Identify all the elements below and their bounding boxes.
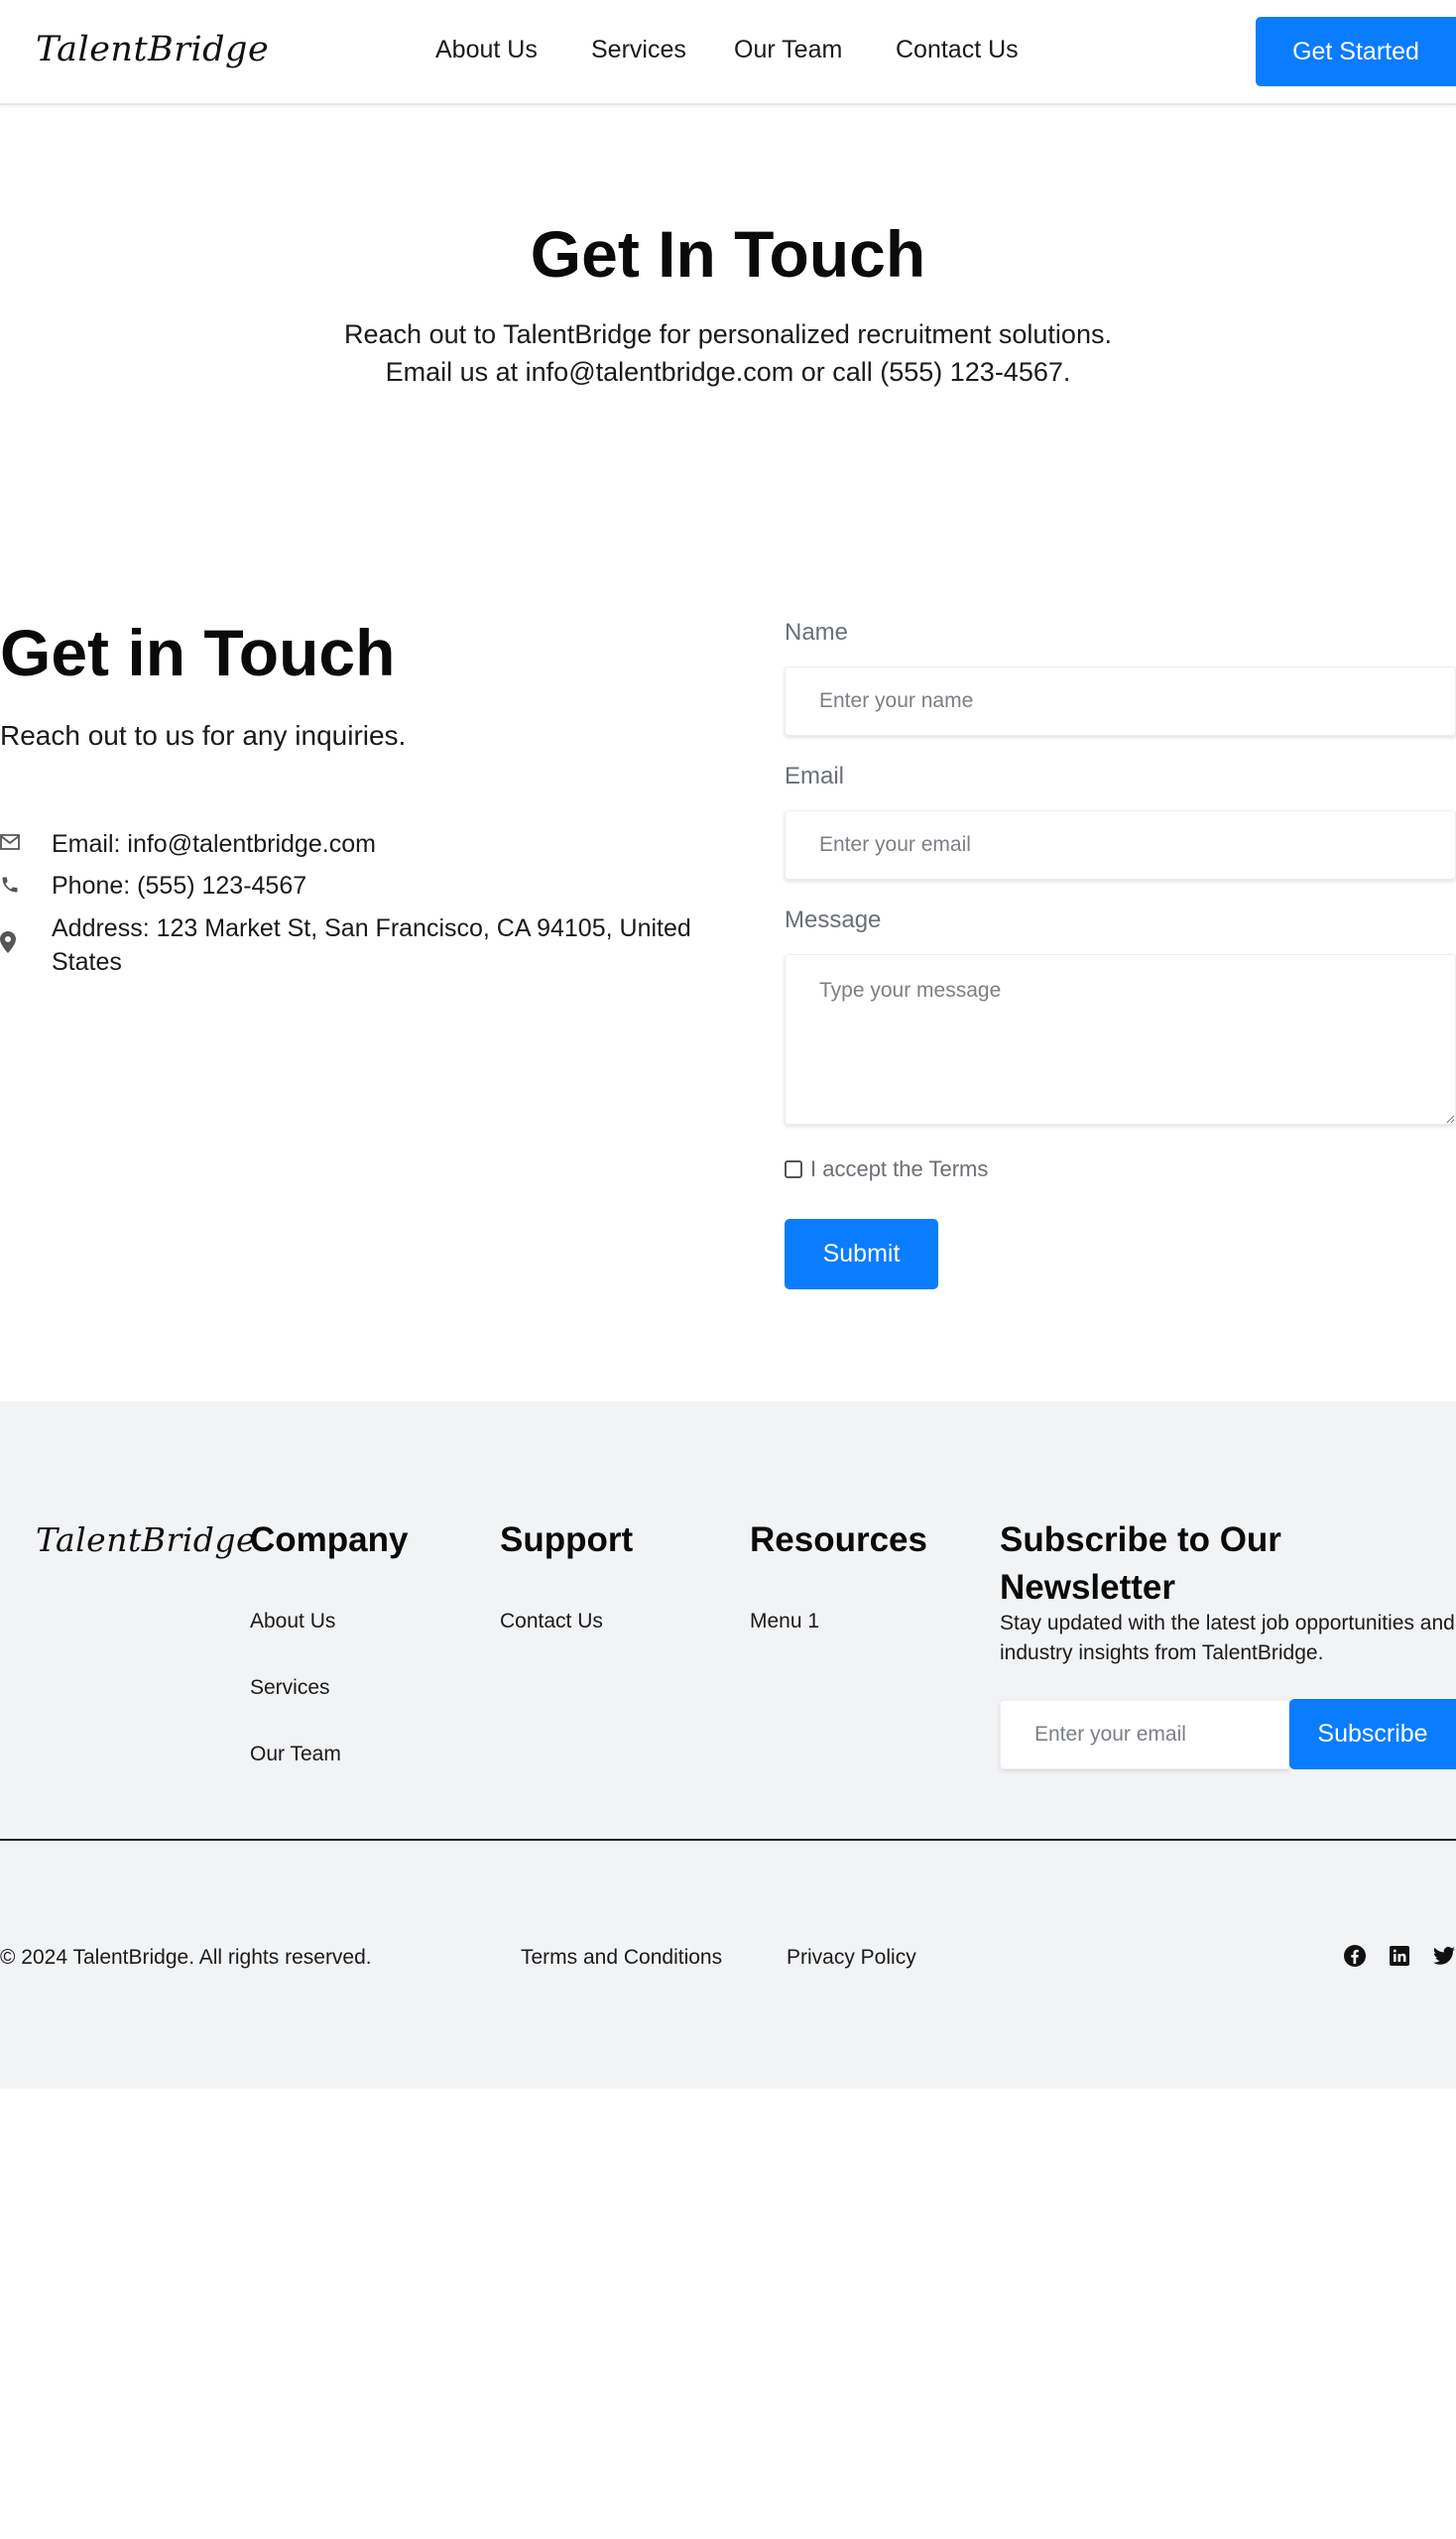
get-started-button[interactable]: Get Started xyxy=(1256,17,1456,86)
footer-resources-heading: Resources xyxy=(750,1520,927,1559)
contact-address: Address: 123 Market St, San Francisco, C… xyxy=(52,914,691,976)
map-pin-icon xyxy=(0,911,52,953)
footer-link-about-us[interactable]: About Us xyxy=(250,1610,335,1633)
footer-divider xyxy=(0,1839,1456,1841)
main-nav: About Us Services Our Team Contact Us xyxy=(0,36,1456,69)
contact-address-row: Address: 123 Market St, San Francisco, C… xyxy=(0,911,726,979)
contact-email-row: Email: info@talentbridge.com xyxy=(0,827,726,861)
footer-link-our-team[interactable]: Our Team xyxy=(250,1743,341,1766)
terms-checkbox[interactable] xyxy=(785,1160,802,1178)
linkedin-icon[interactable] xyxy=(1388,1944,1411,1968)
nav-contact-us[interactable]: Contact Us xyxy=(896,36,1019,64)
nav-our-team[interactable]: Our Team xyxy=(734,36,842,64)
hero-text-line-2: Email us at info@talentbridge.com or cal… xyxy=(385,357,1071,387)
newsletter-email-input[interactable] xyxy=(1000,1700,1289,1769)
name-input[interactable] xyxy=(785,666,1456,736)
twitter-icon[interactable] xyxy=(1432,1944,1456,1968)
contact-email: Email: info@talentbridge.com xyxy=(52,830,376,858)
message-label: Message xyxy=(785,907,882,933)
nav-about-us[interactable]: About Us xyxy=(435,36,538,64)
footer-support-heading: Support xyxy=(500,1520,634,1559)
terms-label: I accept the Terms xyxy=(810,1156,989,1181)
footer-link-contact-us[interactable]: Contact Us xyxy=(500,1610,603,1633)
contact-phone-row: Phone: (555) 123-4567 xyxy=(0,869,726,903)
footer-logo[interactable]: TalentBridge xyxy=(36,1520,256,1559)
email-label: Email xyxy=(785,763,845,789)
terms-and-conditions-link[interactable]: Terms and Conditions xyxy=(521,1946,722,1970)
nav-services[interactable]: Services xyxy=(591,36,686,64)
name-label: Name xyxy=(785,619,849,646)
privacy-policy-link[interactable]: Privacy Policy xyxy=(787,1946,916,1970)
envelope-icon xyxy=(0,827,52,851)
contact-title: Get in Touch xyxy=(0,616,396,689)
hero-text-line-1: Reach out to TalentBridge for personaliz… xyxy=(344,319,1112,349)
facebook-icon[interactable] xyxy=(1343,1944,1367,1968)
message-textarea[interactable] xyxy=(785,954,1456,1125)
email-input[interactable] xyxy=(785,810,1456,880)
contact-phone: Phone: (555) 123-4567 xyxy=(52,872,307,900)
terms-row: I accept the Terms xyxy=(785,1156,988,1182)
site-header: TalentBridge About Us Services Our Team … xyxy=(0,0,1456,105)
hero-title: Get In Touch xyxy=(530,217,926,291)
site-footer: TalentBridge Company About Us Services O… xyxy=(0,1401,1456,2089)
newsletter-text: Stay updated with the latest job opportu… xyxy=(1000,1612,1455,1664)
subscribe-button[interactable]: Subscribe xyxy=(1289,1699,1456,1769)
footer-link-services[interactable]: Services xyxy=(250,1676,330,1700)
footer-company-heading: Company xyxy=(250,1520,409,1559)
phone-icon xyxy=(0,869,52,895)
submit-button[interactable]: Submit xyxy=(785,1219,938,1289)
footer-link-menu-1[interactable]: Menu 1 xyxy=(750,1610,819,1633)
contact-subtitle: Reach out to us for any inquiries. xyxy=(0,720,407,751)
copyright-text: © 2024 TalentBridge. All rights reserved… xyxy=(0,1946,372,1969)
newsletter-heading: Subscribe to Our Newsletter xyxy=(1000,1520,1281,1607)
